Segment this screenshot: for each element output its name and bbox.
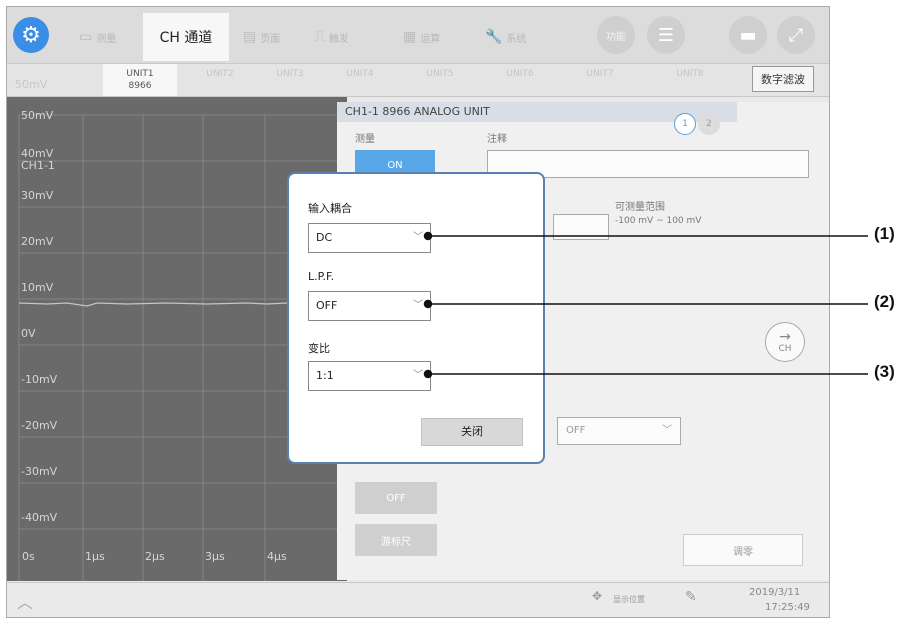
y-label-50mv: 50mV (21, 109, 54, 122)
chevron-down-icon: ﹀ (413, 370, 423, 381)
time-display: 17:25:49 (765, 602, 810, 613)
input-coupling-dropdown[interactable]: DC ﹀ (308, 223, 431, 253)
callout-label-2: (2) (874, 292, 895, 311)
range-select[interactable] (553, 214, 609, 240)
unit-tab-row: 50mV UNIT1 8966 UNIT2 UNIT3 UNIT4 UNIT5 … (7, 64, 829, 97)
unit-tab-5[interactable]: UNIT5 (403, 64, 477, 96)
x-label-0s: 0s (22, 550, 35, 563)
channel-label: CH1-1 (21, 159, 55, 172)
y-label-20mv: 20mV (21, 235, 54, 248)
chevron-up-icon[interactable]: ︿ (17, 589, 33, 613)
display-position-icon[interactable]: ✥ (592, 589, 602, 603)
tab-measure[interactable]: ▭ 测量 (79, 13, 116, 61)
range-label: 可测量范围 (615, 202, 665, 213)
chevron-down-icon: ﹀ (413, 232, 423, 243)
lpf-dropdown[interactable]: OFF ﹀ (308, 291, 431, 321)
top-toolbar: ⚙ ▭ 测量 CH 通道 ▤ 页面 ⎍ 触发 ▦ 运算 🔧 系统 功能 ☰ ▬ … (7, 7, 829, 64)
y-label-neg30mv: -30mV (21, 465, 58, 478)
y-label-30mv: 30mV (21, 189, 54, 202)
tab-system[interactable]: 🔧 系统 (485, 13, 526, 61)
range-value: -100 mV ~ 100 mV (615, 216, 702, 226)
page-icon: ▤ (243, 29, 257, 45)
ratio-dropdown[interactable]: 1:1 ﹀ (308, 361, 431, 391)
folder-icon[interactable]: ▬ (729, 16, 767, 54)
unit-tab-8[interactable]: UNIT8 (653, 64, 727, 96)
date-display: 2019/3/11 (749, 587, 801, 598)
off-button[interactable]: OFF (355, 482, 437, 514)
callout-label-3: (3) (874, 362, 895, 381)
expand-icon[interactable]: ⤢ (777, 16, 815, 54)
digital-filter-button[interactable]: 数字滤波 (752, 66, 814, 92)
measure-label: 测量 (355, 134, 375, 145)
arrow-right-icon: → (779, 329, 791, 345)
callout-label-1: (1) (874, 224, 895, 243)
comment-label: 注释 (487, 134, 507, 145)
lpf-label: L.P.F. (308, 270, 335, 283)
page-2-indicator[interactable]: 2 (698, 113, 720, 135)
next-channel-button[interactable]: → CH (765, 322, 805, 362)
x-label-1us: 1μs (85, 550, 105, 563)
unit-tab-3[interactable]: UNIT3 (253, 64, 327, 96)
chevron-down-icon: ﹀ (662, 425, 672, 436)
cursor-button[interactable]: 游标尺 (355, 524, 437, 556)
wrench-icon: 🔧 (485, 29, 503, 45)
x-label-2us: 2μs (145, 550, 165, 563)
y-label-neg20mv: -20mV (21, 419, 58, 432)
settings-gear-icon[interactable]: ⚙ (13, 17, 49, 53)
input-coupling-label: 输入耦合 (308, 202, 352, 215)
y-label-neg10mv: -10mV (21, 373, 58, 386)
function-button[interactable]: 功能 (597, 16, 635, 54)
x-label-4us: 4μs (267, 550, 287, 563)
status-bar: ︿ ✥ 显示位置 ✎ 2019/3/11 17:25:49 (7, 582, 829, 617)
unit-tab-4[interactable]: UNIT4 (323, 64, 397, 96)
tab-calculation[interactable]: ▦ 运算 (403, 13, 440, 61)
tab-trigger[interactable]: ⎍ 触发 (315, 13, 349, 61)
chevron-down-icon: ﹀ (413, 300, 423, 311)
unit-tab-6[interactable]: UNIT6 (483, 64, 557, 96)
unit-tab-1[interactable]: UNIT1 8966 (103, 64, 177, 96)
page-1-indicator[interactable]: 1 (674, 113, 696, 135)
filter-select[interactable]: OFF ﹀ (557, 417, 681, 445)
y-label-neg40mv: -40mV (21, 511, 58, 524)
zero-adjust-button[interactable]: 调零 (683, 534, 803, 566)
tab-channel[interactable]: CH 通道 (143, 13, 229, 61)
unit-tab-7[interactable]: UNIT7 (563, 64, 637, 96)
input-settings-dialog: 输入耦合 DC ﹀ L.P.F. OFF ﹀ 变比 1:1 ﹀ 关闭 (287, 172, 545, 464)
waveform-scale-label: 50mV (15, 78, 48, 91)
unit-tab-2[interactable]: UNIT2 (183, 64, 257, 96)
ratio-label: 变比 (308, 342, 330, 355)
trigger-icon: ⎍ (315, 29, 325, 45)
close-button[interactable]: 关闭 (421, 418, 523, 446)
x-label-3us: 3μs (205, 550, 225, 563)
tab-page[interactable]: ▤ 页面 (243, 13, 280, 61)
measure-icon: ▭ (79, 29, 93, 45)
y-label-10mv: 10mV (21, 281, 54, 294)
calculation-icon: ▦ (403, 29, 417, 45)
y-label-0v: 0V (21, 327, 36, 340)
display-position-label: 显示位置 (613, 595, 645, 604)
list-menu-icon[interactable]: ☰ (647, 16, 685, 54)
usb-drive-icon: ✎ (685, 589, 697, 605)
